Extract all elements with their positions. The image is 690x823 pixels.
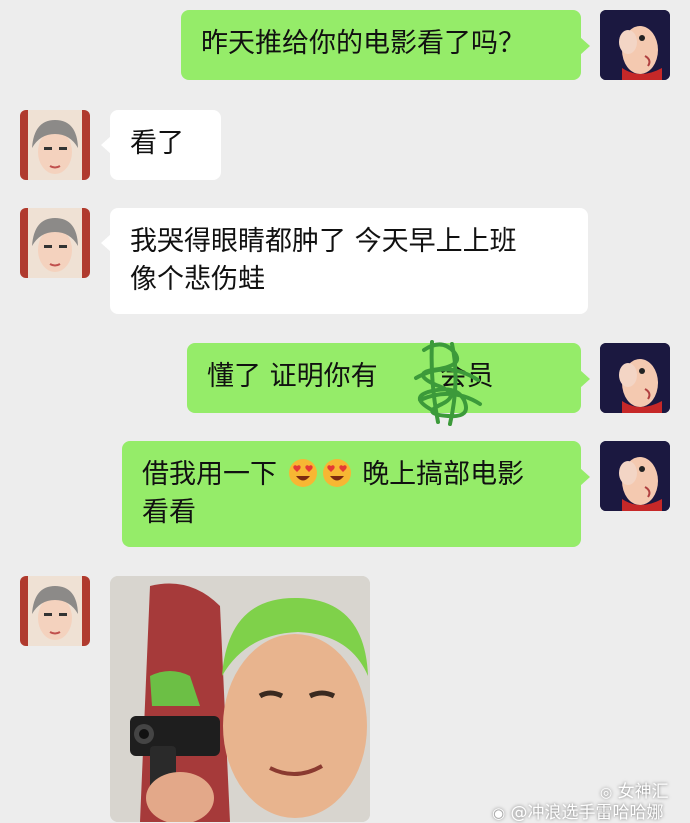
message-text: 像个悲伤蛙 (130, 264, 265, 295)
cartoon-character-icon (600, 343, 670, 413)
friend-avatar[interactable] (20, 576, 90, 646)
message-bubble-self[interactable]: 懂了 证明你有 会员 (187, 343, 581, 413)
message-bubble-self[interactable]: 昨天推给你的电影看了吗？ (181, 10, 581, 80)
friend-avatar[interactable] (20, 110, 90, 180)
message-text: 晚上搞部电影 (362, 459, 525, 490)
message-bubble-self[interactable]: 借我用一下 晚上搞部电影 看看 (122, 441, 581, 547)
heart-eyes-face-icon (322, 459, 351, 487)
cartoon-character-icon (600, 10, 670, 80)
message-bubble-friend[interactable]: 我哭得眼睛都肿了 今天早上上班 像个悲伤蛙 (110, 208, 588, 314)
bubble-tail (580, 370, 590, 388)
friend-avatar[interactable] (20, 208, 90, 278)
cartoon-character-icon (600, 441, 670, 511)
message-text: 借我用一下 (142, 459, 277, 490)
message-text: 懂了 证明你有 (207, 361, 378, 392)
friend-photo-icon (20, 110, 90, 180)
image-message[interactable] (110, 576, 370, 822)
message-text: 我哭得眼睛都肿了 今天早上上班 (130, 226, 517, 257)
bubble-tail (580, 468, 590, 486)
message-text: 昨天推给你的电影看了吗？ (201, 28, 525, 59)
redaction-scribble (414, 340, 482, 426)
meme-photo-icon (110, 576, 370, 822)
bubble-tail (580, 37, 590, 55)
message-text: 看了 (130, 128, 184, 159)
message-text: 看看 (142, 497, 196, 528)
self-avatar[interactable] (600, 441, 670, 511)
message-bubble-friend[interactable]: 看了 (110, 110, 221, 180)
friend-photo-icon (20, 208, 90, 278)
friend-photo-icon (20, 576, 90, 646)
heart-eyes-face-icon (288, 459, 317, 487)
weibo-logo-icon: ◉ (492, 804, 506, 822)
self-avatar[interactable] (600, 10, 670, 80)
self-avatar[interactable] (600, 343, 670, 413)
watermark-handle: ◉ @冲浪选手雷哈哈娜 (492, 803, 664, 823)
